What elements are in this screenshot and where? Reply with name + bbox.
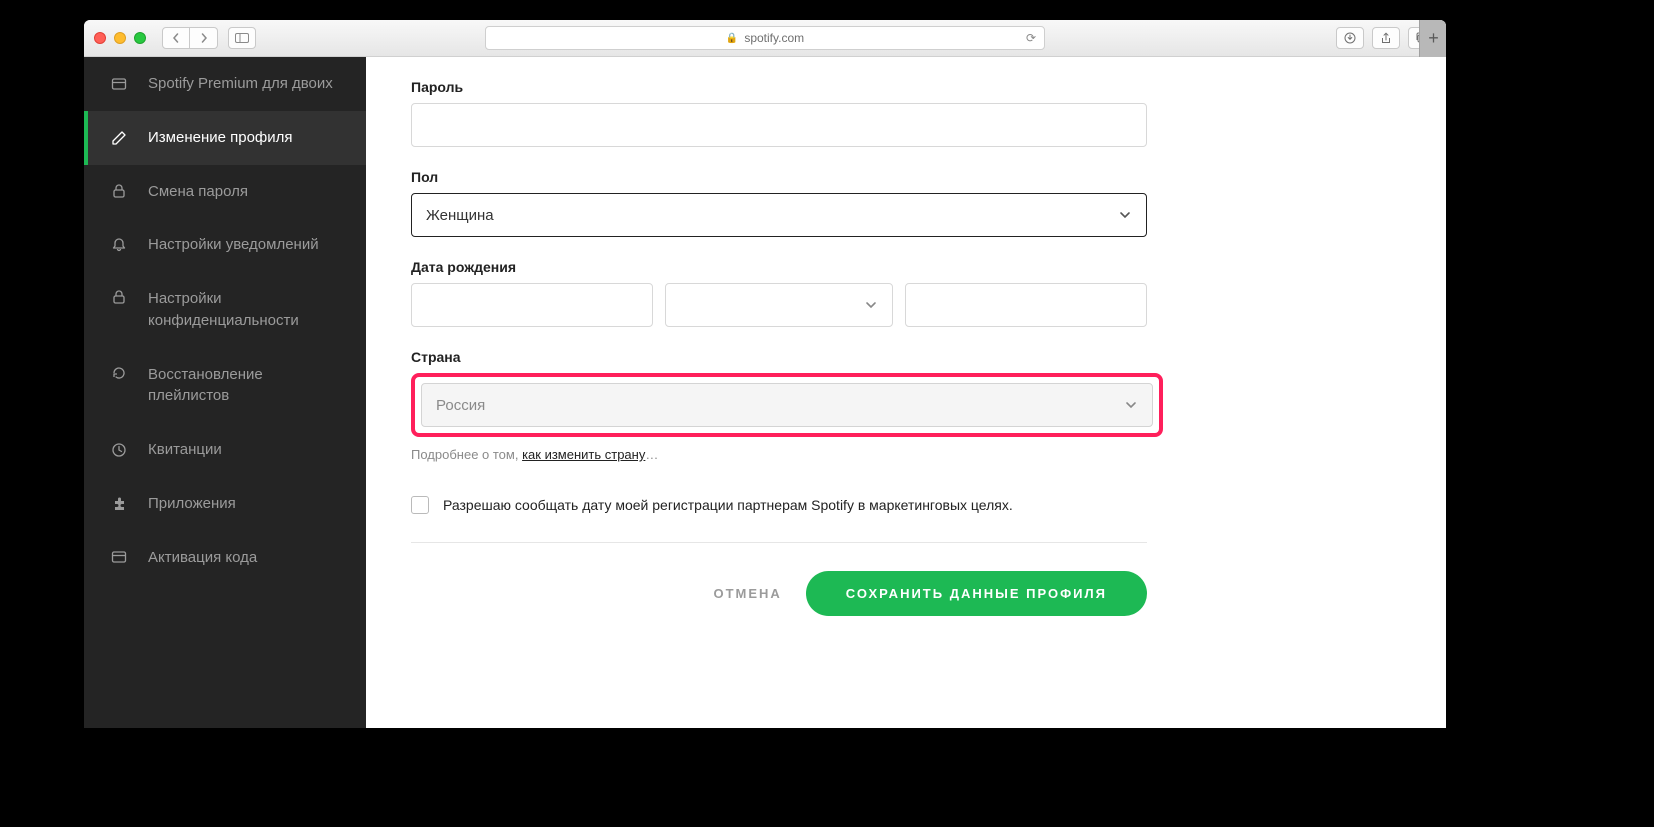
pencil-icon <box>110 129 128 147</box>
url-host: spotify.com <box>744 31 804 45</box>
sidebar-item-label: Приложения <box>148 493 236 515</box>
chevron-down-icon <box>864 298 878 312</box>
gender-value: Женщина <box>426 207 494 224</box>
puzzle-icon <box>110 495 128 513</box>
clock-icon <box>110 441 128 459</box>
lock-icon <box>110 182 128 200</box>
main-content: Пароль Пол Женщина Дата рождения <box>366 57 1446 728</box>
dob-year-input[interactable] <box>905 283 1147 327</box>
reload-icon[interactable]: ⟳ <box>1026 31 1036 45</box>
download-icon <box>1344 32 1356 44</box>
cancel-button[interactable]: ОТМЕНА <box>713 586 781 601</box>
consent-row: Разрешаю сообщать дату моей регистрации … <box>411 496 1401 514</box>
sidebar-item-notifications[interactable]: Настройки уведомлений <box>84 218 366 272</box>
minimize-window-button[interactable] <box>114 32 126 44</box>
downloads-button[interactable] <box>1336 27 1364 49</box>
country-hint-prefix: Подробнее о том, <box>411 447 522 462</box>
chevron-left-icon <box>171 33 181 43</box>
chevron-down-icon <box>1124 398 1138 412</box>
lock-icon: 🔒 <box>726 33 738 44</box>
chevron-right-icon <box>199 33 209 43</box>
share-icon <box>1380 32 1392 44</box>
password-input[interactable] <box>411 103 1147 147</box>
button-row: ОТМЕНА СОХРАНИТЬ ДАННЫЕ ПРОФИЛЯ <box>411 571 1147 616</box>
new-tab-button[interactable]: + <box>1419 20 1446 57</box>
sidebar-item-label: Активация кода <box>148 547 257 569</box>
card-icon <box>110 548 128 566</box>
dob-month-select[interactable] <box>665 283 893 327</box>
country-label: Страна <box>411 349 1401 365</box>
sidebar-item-label: Изменение профиля <box>148 127 293 149</box>
sidebar-item-label: Квитанции <box>148 439 222 461</box>
page: Spotify Premium для двоих Изменение проф… <box>84 57 1446 728</box>
sidebar: Spotify Premium для двоих Изменение проф… <box>84 57 366 728</box>
dob-day-input[interactable] <box>411 283 653 327</box>
sidebar-item-redeem[interactable]: Активация кода <box>84 531 366 585</box>
sidebar-item-apps[interactable]: Приложения <box>84 477 366 531</box>
separator <box>411 542 1147 543</box>
country-highlight-box: Россия <box>411 373 1163 437</box>
chevron-down-icon <box>1118 208 1132 222</box>
sidebar-item-privacy[interactable]: Настройки конфиденциальности <box>84 272 366 348</box>
sidebar-item-label: Настройки конфиденциальности <box>148 288 344 332</box>
card-icon <box>110 75 128 93</box>
dob-label: Дата рождения <box>411 259 1401 275</box>
sidebar-item-edit-profile[interactable]: Изменение профиля <box>84 111 366 165</box>
lock-icon <box>110 288 128 306</box>
sidebar-item-label: Восстановление плейлистов <box>148 364 344 408</box>
sidebar-item-receipts[interactable]: Квитанции <box>84 423 366 477</box>
sidebar-item-label: Смена пароля <box>148 181 248 203</box>
consent-text: Разрешаю сообщать дату моей регистрации … <box>443 497 1013 513</box>
country-hint-link[interactable]: как изменить страну <box>522 447 645 462</box>
browser-window: 🔒 spotify.com ⟳ + Spo <box>84 20 1446 728</box>
sidebar-item-premium-duo[interactable]: Spotify Premium для двоих <box>84 57 366 111</box>
bell-icon <box>110 236 128 254</box>
dob-row <box>411 283 1147 327</box>
gender-select[interactable]: Женщина <box>411 193 1147 237</box>
share-button[interactable] <box>1372 27 1400 49</box>
sidebar-item-change-password[interactable]: Смена пароля <box>84 165 366 219</box>
sidebar-icon <box>235 33 249 43</box>
restore-icon <box>110 364 128 382</box>
country-value: Россия <box>436 397 485 414</box>
sidebar-item-label: Spotify Premium для двоих <box>148 73 333 95</box>
back-button[interactable] <box>162 27 190 49</box>
country-select[interactable]: Россия <box>421 383 1153 427</box>
stage: 🔒 spotify.com ⟳ + Spo <box>0 0 1654 827</box>
window-controls <box>94 32 146 44</box>
save-button[interactable]: СОХРАНИТЬ ДАННЫЕ ПРОФИЛЯ <box>806 571 1147 616</box>
country-hint: Подробнее о том, как изменить страну… <box>411 447 1401 462</box>
sidebar-item-label: Настройки уведомлений <box>148 234 319 256</box>
password-label: Пароль <box>411 79 1401 95</box>
forward-button[interactable] <box>190 27 218 49</box>
sidebar-toggle-button[interactable] <box>228 27 256 49</box>
nav-buttons <box>162 27 218 49</box>
country-hint-suffix: … <box>645 447 658 462</box>
gender-label: Пол <box>411 169 1401 185</box>
maximize-window-button[interactable] <box>134 32 146 44</box>
sidebar-item-restore-playlists[interactable]: Восстановление плейлистов <box>84 348 366 424</box>
close-window-button[interactable] <box>94 32 106 44</box>
consent-checkbox[interactable] <box>411 496 429 514</box>
browser-chrome: 🔒 spotify.com ⟳ + <box>84 20 1446 57</box>
url-bar[interactable]: 🔒 spotify.com ⟳ <box>485 26 1045 50</box>
